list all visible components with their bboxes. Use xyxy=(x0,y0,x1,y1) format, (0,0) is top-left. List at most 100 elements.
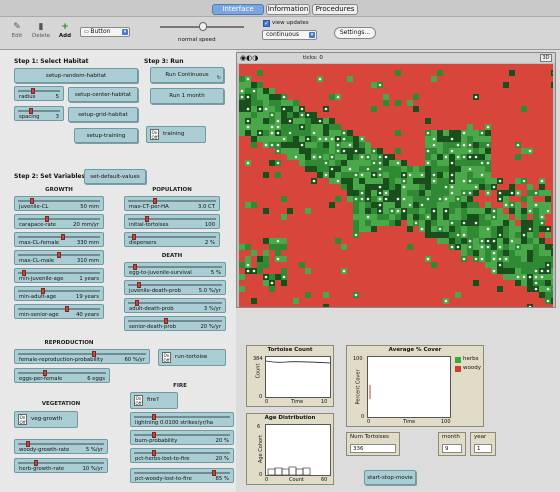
vegetation-patch xyxy=(509,268,515,274)
vegetation-patch xyxy=(251,94,257,100)
fire-switch[interactable]: On Off fire? xyxy=(130,392,178,409)
egg-to-juvenile-survival-slider[interactable]: egg-to-juvenile-survival 5 % xyxy=(124,262,226,277)
vegetation-patch xyxy=(551,256,553,262)
vegetation-patch xyxy=(359,166,365,172)
widget-type-select[interactable]: ▭ Button ▾ xyxy=(80,27,130,37)
run-tortoise-switch[interactable]: On Off run-tortoise xyxy=(158,349,226,366)
initial-tortoises-slider[interactable]: initial-tortoises 100 xyxy=(124,214,220,229)
tortoise xyxy=(408,203,412,207)
vegetation-patch xyxy=(293,124,299,130)
tortoise xyxy=(462,143,466,147)
tab-procedures[interactable]: Procedures xyxy=(312,4,358,15)
habitat-world[interactable] xyxy=(239,64,553,307)
dispersers-slider[interactable]: dispersers 2 % xyxy=(124,232,220,247)
setup-center-habitat-button[interactable]: setup-center-habitat xyxy=(68,87,138,102)
tortoise xyxy=(456,155,460,159)
slider-label: senior-death-prob xyxy=(129,324,177,330)
start-stop-movie-button[interactable]: start-stop-movie xyxy=(364,470,416,485)
adult-death-prob-slider[interactable]: adult-death-prob 3 %/yr xyxy=(124,298,226,313)
vegetation-patch xyxy=(491,244,497,250)
slider-thumb[interactable] xyxy=(60,234,65,240)
herb-growth-rate-slider[interactable]: herb-growth-rate 10 %/yr xyxy=(14,458,108,473)
vegetation-patch xyxy=(509,256,515,262)
slider-thumb[interactable] xyxy=(64,306,69,312)
juvenile-cl-slider[interactable]: juvenile-CL 50 mm xyxy=(14,196,104,211)
vegetation-patch xyxy=(461,238,467,244)
toggle-icon: On Off xyxy=(134,395,143,406)
vegetation-patch xyxy=(359,202,365,208)
carapace-rate-slider[interactable]: carapace-rate 20 mm/yr xyxy=(14,214,104,229)
run-1-month-button[interactable]: Run 1 month xyxy=(150,88,224,104)
tortoise xyxy=(486,239,490,243)
slider-thumb[interactable] xyxy=(57,252,61,258)
update-mode-select[interactable]: continuous ▾ xyxy=(262,30,317,40)
vegetation-patch xyxy=(545,190,551,196)
tortoise xyxy=(474,257,478,261)
min-juvenile-age-slider[interactable]: min-juvenile-age 1 years xyxy=(14,268,104,283)
year-monitor: year 1 xyxy=(470,432,496,456)
tab-information[interactable]: Information xyxy=(266,4,310,15)
vegetation-patch xyxy=(431,148,437,154)
tortoise xyxy=(462,179,466,183)
view-controls-icon[interactable]: ◉◐◑ xyxy=(240,53,258,63)
edit-button[interactable]: ✎ Edit xyxy=(8,21,26,39)
burn-probability-slider[interactable]: burn-probability 20 % xyxy=(130,430,234,445)
woody-growth-rate-slider[interactable]: woody-growth-rate 5 %/yr xyxy=(14,439,108,454)
tortoise xyxy=(354,233,358,237)
female-reproduction-probability-slider[interactable]: female-reproduction-probability 60 %/yr xyxy=(14,349,150,364)
vegetation-patch xyxy=(491,220,497,226)
vegetation-patch xyxy=(269,238,275,244)
vegetation-patch xyxy=(533,232,539,238)
tortoise xyxy=(264,275,268,279)
slider-value: 6 eggs xyxy=(87,376,105,382)
add-button[interactable]: + Add xyxy=(56,21,74,39)
vegetation-patch xyxy=(335,196,341,202)
settings-button[interactable]: Settings... xyxy=(334,27,376,39)
eggs-per-female-slider[interactable]: eggs-per-female 6 eggs xyxy=(14,368,110,383)
tab-interface[interactable]: Interface xyxy=(212,4,264,15)
vegetation-patch xyxy=(443,202,449,208)
setup-grid-habitat-button[interactable]: setup-grid-habitat xyxy=(68,107,138,122)
vegetation-patch xyxy=(533,214,539,220)
setup-random-habitat-button[interactable]: setup-random-habitat xyxy=(14,68,138,83)
lightning-slider[interactable]: lightning 0.0100 strikes/yr/ha xyxy=(130,412,234,427)
spacing-slider[interactable]: spacing 3 xyxy=(14,106,64,121)
vegetation-patch xyxy=(341,154,347,160)
pct-woody-lost-to-fire-slider[interactable]: pct-woody-lost-to-fire 85 % xyxy=(130,468,234,483)
vegetation-patch xyxy=(257,100,263,106)
min-adult-age-slider[interactable]: min-adult-age 19 years xyxy=(14,286,104,301)
max-ct-per-ha-slider[interactable]: max-CT-per-HA 3.0 CT xyxy=(124,196,220,211)
vegetation-patch xyxy=(377,148,383,154)
setup-training-button[interactable]: setup-training xyxy=(74,128,138,143)
vegetation-patch xyxy=(257,94,263,100)
vegetation-patch xyxy=(455,208,461,214)
tortoise xyxy=(456,233,460,237)
veg-growth-switch[interactable]: On Off veg-growth xyxy=(14,411,78,428)
vegetation-patch xyxy=(395,184,401,190)
view-updates-checkbox[interactable]: ✓ xyxy=(263,20,270,27)
max-cl-male-slider[interactable]: max-CL-male 310 mm xyxy=(14,250,104,265)
vegetation-patch xyxy=(497,238,503,244)
senior-death-prob-slider[interactable]: senior-death-prob 20 %/yr xyxy=(124,316,226,331)
vegetation-patch xyxy=(263,88,269,94)
speed-slider-thumb[interactable] xyxy=(199,22,207,31)
vegetation-patch xyxy=(425,142,431,148)
3d-button[interactable]: 3D xyxy=(540,54,552,62)
vegetation-patch xyxy=(413,166,419,172)
vegetation-patch xyxy=(317,124,323,130)
min-senior-age-slider[interactable]: min-senior-age 40 years xyxy=(14,304,104,319)
vegetation-patch xyxy=(425,184,431,190)
tortoise xyxy=(468,167,472,171)
max-cl-female-slider[interactable]: max-CL-female 330 mm xyxy=(14,232,104,247)
pct-herbs-lost-to-fire-slider[interactable]: pct-herbs-lost-to-fire 20 % xyxy=(130,448,234,463)
set-default-values-button[interactable]: set-default-values xyxy=(84,169,146,184)
tortoise xyxy=(336,149,340,153)
juvenile-death-prob-slider[interactable]: juvenile-death-prob 5.0 %/yr xyxy=(124,280,226,295)
vegetation-patch xyxy=(269,118,275,124)
training-switch[interactable]: On Off training xyxy=(146,126,206,143)
vegetation-patch xyxy=(353,166,359,172)
delete-button[interactable]: ▮ Delete xyxy=(30,21,52,39)
run-continuous-button[interactable]: Run Continuous ↻ xyxy=(150,67,224,83)
tortoise xyxy=(528,275,532,279)
radius-slider[interactable]: radius 5 xyxy=(14,86,64,101)
